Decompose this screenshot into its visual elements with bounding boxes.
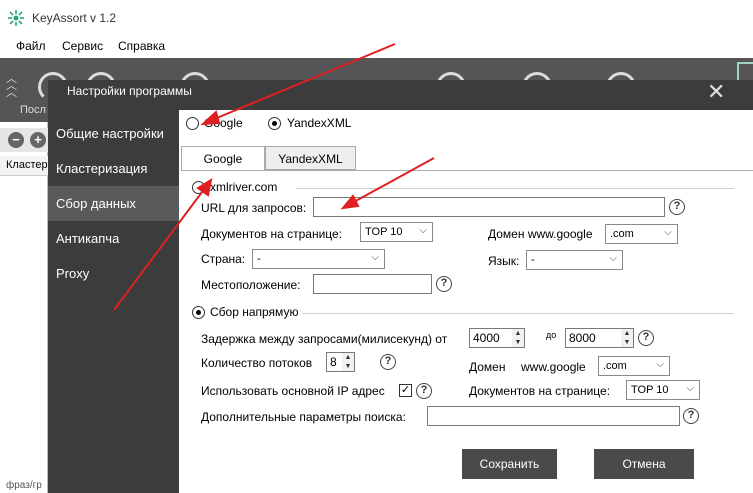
help-icon[interactable]: ? bbox=[416, 383, 432, 399]
nav-item-data-collection[interactable]: Сбор данных bbox=[48, 186, 179, 221]
settings-nav: Общие настройки Кластеризация Сбор данны… bbox=[48, 110, 179, 493]
url-label: URL для запросов: bbox=[201, 201, 307, 215]
spin-down-icon[interactable]: ▼ bbox=[621, 338, 633, 347]
tab-yandexxml[interactable]: YandexXML bbox=[265, 146, 356, 170]
menubar: Файл Сервис Справка bbox=[0, 36, 753, 58]
delay-label: Задержка между запросами(милисекунд) от bbox=[201, 332, 448, 346]
domain-label: Домен www.google bbox=[488, 227, 593, 241]
yandexxml-radio-label: YandexXML bbox=[287, 116, 352, 130]
language-select-value: - bbox=[531, 254, 535, 266]
direct-radio-label: Сбор напрямую bbox=[210, 305, 299, 319]
extra-params-label: Дополнительные параметры поиска: bbox=[201, 410, 406, 424]
direct-domain-select[interactable]: .com ⌵ bbox=[598, 356, 670, 376]
chevron-down-icon: ⌵ bbox=[419, 225, 427, 236]
url-input[interactable] bbox=[313, 197, 665, 217]
app-logo-icon bbox=[8, 10, 24, 26]
chevron-down-icon: ⌵ bbox=[609, 253, 617, 264]
menu-service[interactable]: Сервис bbox=[62, 39, 103, 53]
direct-domain-prefix: www.google bbox=[521, 360, 586, 374]
dialog-title: Настройки программы bbox=[67, 84, 192, 98]
remove-icon[interactable]: − bbox=[8, 132, 24, 148]
cluster-column-header[interactable]: Кластер bbox=[0, 156, 48, 176]
nav-item-clustering[interactable]: Кластеризация bbox=[48, 151, 179, 186]
delay-from-value: 4000 bbox=[473, 331, 500, 345]
extra-params-input[interactable] bbox=[427, 406, 680, 426]
group-divider bbox=[296, 188, 734, 189]
location-input[interactable] bbox=[313, 274, 432, 294]
settings-dialog: Настройки программы ✕ Общие настройки Кл… bbox=[48, 80, 753, 493]
nav-item-proxy[interactable]: Proxy bbox=[48, 256, 179, 291]
docs-select-value: TOP 10 bbox=[365, 226, 403, 238]
help-icon[interactable]: ? bbox=[669, 199, 685, 215]
xmlriver-radio[interactable] bbox=[192, 181, 205, 194]
app-titlebar: KeyAssort v 1.2 bbox=[0, 0, 753, 36]
spin-down-icon[interactable]: ▼ bbox=[512, 338, 524, 347]
country-label: Страна: bbox=[201, 252, 246, 266]
tab-google[interactable]: Google bbox=[181, 146, 265, 171]
threads-label: Количество потоков bbox=[201, 356, 313, 370]
domain-select[interactable]: .com ⌵ bbox=[605, 224, 678, 244]
google-radio-label: Google bbox=[204, 116, 243, 130]
yandexxml-radio[interactable] bbox=[268, 117, 281, 130]
chevron-down-icon: ⌵ bbox=[686, 383, 694, 394]
chevron-down-icon: ⌵ bbox=[664, 227, 672, 238]
add-icon[interactable]: + bbox=[30, 132, 46, 148]
google-radio[interactable] bbox=[186, 117, 199, 130]
settings-content: Google YandexXML Google YandexXML xmlriv… bbox=[179, 110, 753, 493]
nav-item-general[interactable]: Общие настройки bbox=[48, 116, 179, 151]
threads-spinner[interactable]: 8 ▲ ▼ bbox=[326, 352, 355, 372]
threads-value: 8 bbox=[330, 355, 337, 369]
domain-select-value: .com bbox=[610, 228, 634, 240]
chevron-down-icon: ⌵ bbox=[371, 252, 379, 263]
spin-down-icon[interactable]: ▼ bbox=[342, 362, 354, 371]
ip-label: Использовать основной IP адрес bbox=[201, 384, 385, 398]
delay-to-value: 8000 bbox=[569, 331, 596, 345]
direct-docs-select[interactable]: TOP 10 ⌵ bbox=[626, 380, 700, 400]
location-label: Местоположение: bbox=[201, 278, 301, 292]
delay-to-label: до bbox=[546, 330, 557, 340]
language-select[interactable]: - ⌵ bbox=[526, 250, 623, 270]
left-pane: − + Кластер фраз/гр bbox=[0, 122, 48, 493]
left-pane-footer: фраз/гр bbox=[6, 480, 42, 491]
save-button[interactable]: Сохранить bbox=[462, 449, 557, 479]
left-pane-toolbar: − + bbox=[0, 128, 48, 152]
xmlriver-radio-label: xmlriver.com bbox=[210, 180, 278, 194]
spin-up-icon[interactable]: ▲ bbox=[512, 329, 524, 338]
tab-divider bbox=[181, 170, 753, 171]
language-label: Язык: bbox=[488, 254, 520, 268]
direct-docs-label: Документов на странице: bbox=[469, 384, 611, 398]
use-main-ip-checkbox[interactable]: ✓ bbox=[399, 384, 412, 397]
help-icon[interactable]: ? bbox=[380, 354, 396, 370]
app-title: KeyAssort v 1.2 bbox=[32, 11, 117, 25]
chevron-up-icon[interactable]: ︿ ︿ ︿ bbox=[6, 74, 17, 99]
toolbar-label: Посл bbox=[20, 104, 46, 116]
nav-item-anticaptcha[interactable]: Антикапча bbox=[48, 221, 179, 256]
docs-select[interactable]: TOP 10 ⌵ bbox=[360, 222, 433, 242]
delay-from-spinner[interactable]: 4000 ▲ ▼ bbox=[469, 328, 525, 348]
close-icon[interactable]: ✕ bbox=[707, 80, 725, 104]
country-select[interactable]: - ⌵ bbox=[252, 249, 385, 269]
help-icon[interactable]: ? bbox=[683, 408, 699, 424]
chevron-down-icon: ⌵ bbox=[656, 359, 664, 370]
help-icon[interactable]: ? bbox=[638, 330, 654, 346]
spin-up-icon[interactable]: ▲ bbox=[342, 353, 354, 362]
direct-docs-select-value: TOP 10 bbox=[631, 384, 669, 396]
menu-help[interactable]: Справка bbox=[118, 39, 165, 53]
docs-label: Документов на странице: bbox=[201, 227, 343, 241]
menu-file[interactable]: Файл bbox=[16, 39, 46, 53]
delay-to-spinner[interactable]: 8000 ▲ ▼ bbox=[565, 328, 634, 348]
spin-up-icon[interactable]: ▲ bbox=[621, 329, 633, 338]
country-select-value: - bbox=[257, 253, 261, 265]
help-icon[interactable]: ? bbox=[436, 276, 452, 292]
direct-domain-select-value: .com bbox=[603, 360, 627, 372]
direct-domain-label: Домен bbox=[469, 360, 506, 374]
direct-radio[interactable] bbox=[192, 306, 205, 319]
cancel-button[interactable]: Отмена bbox=[594, 449, 694, 479]
group-divider bbox=[302, 313, 734, 314]
